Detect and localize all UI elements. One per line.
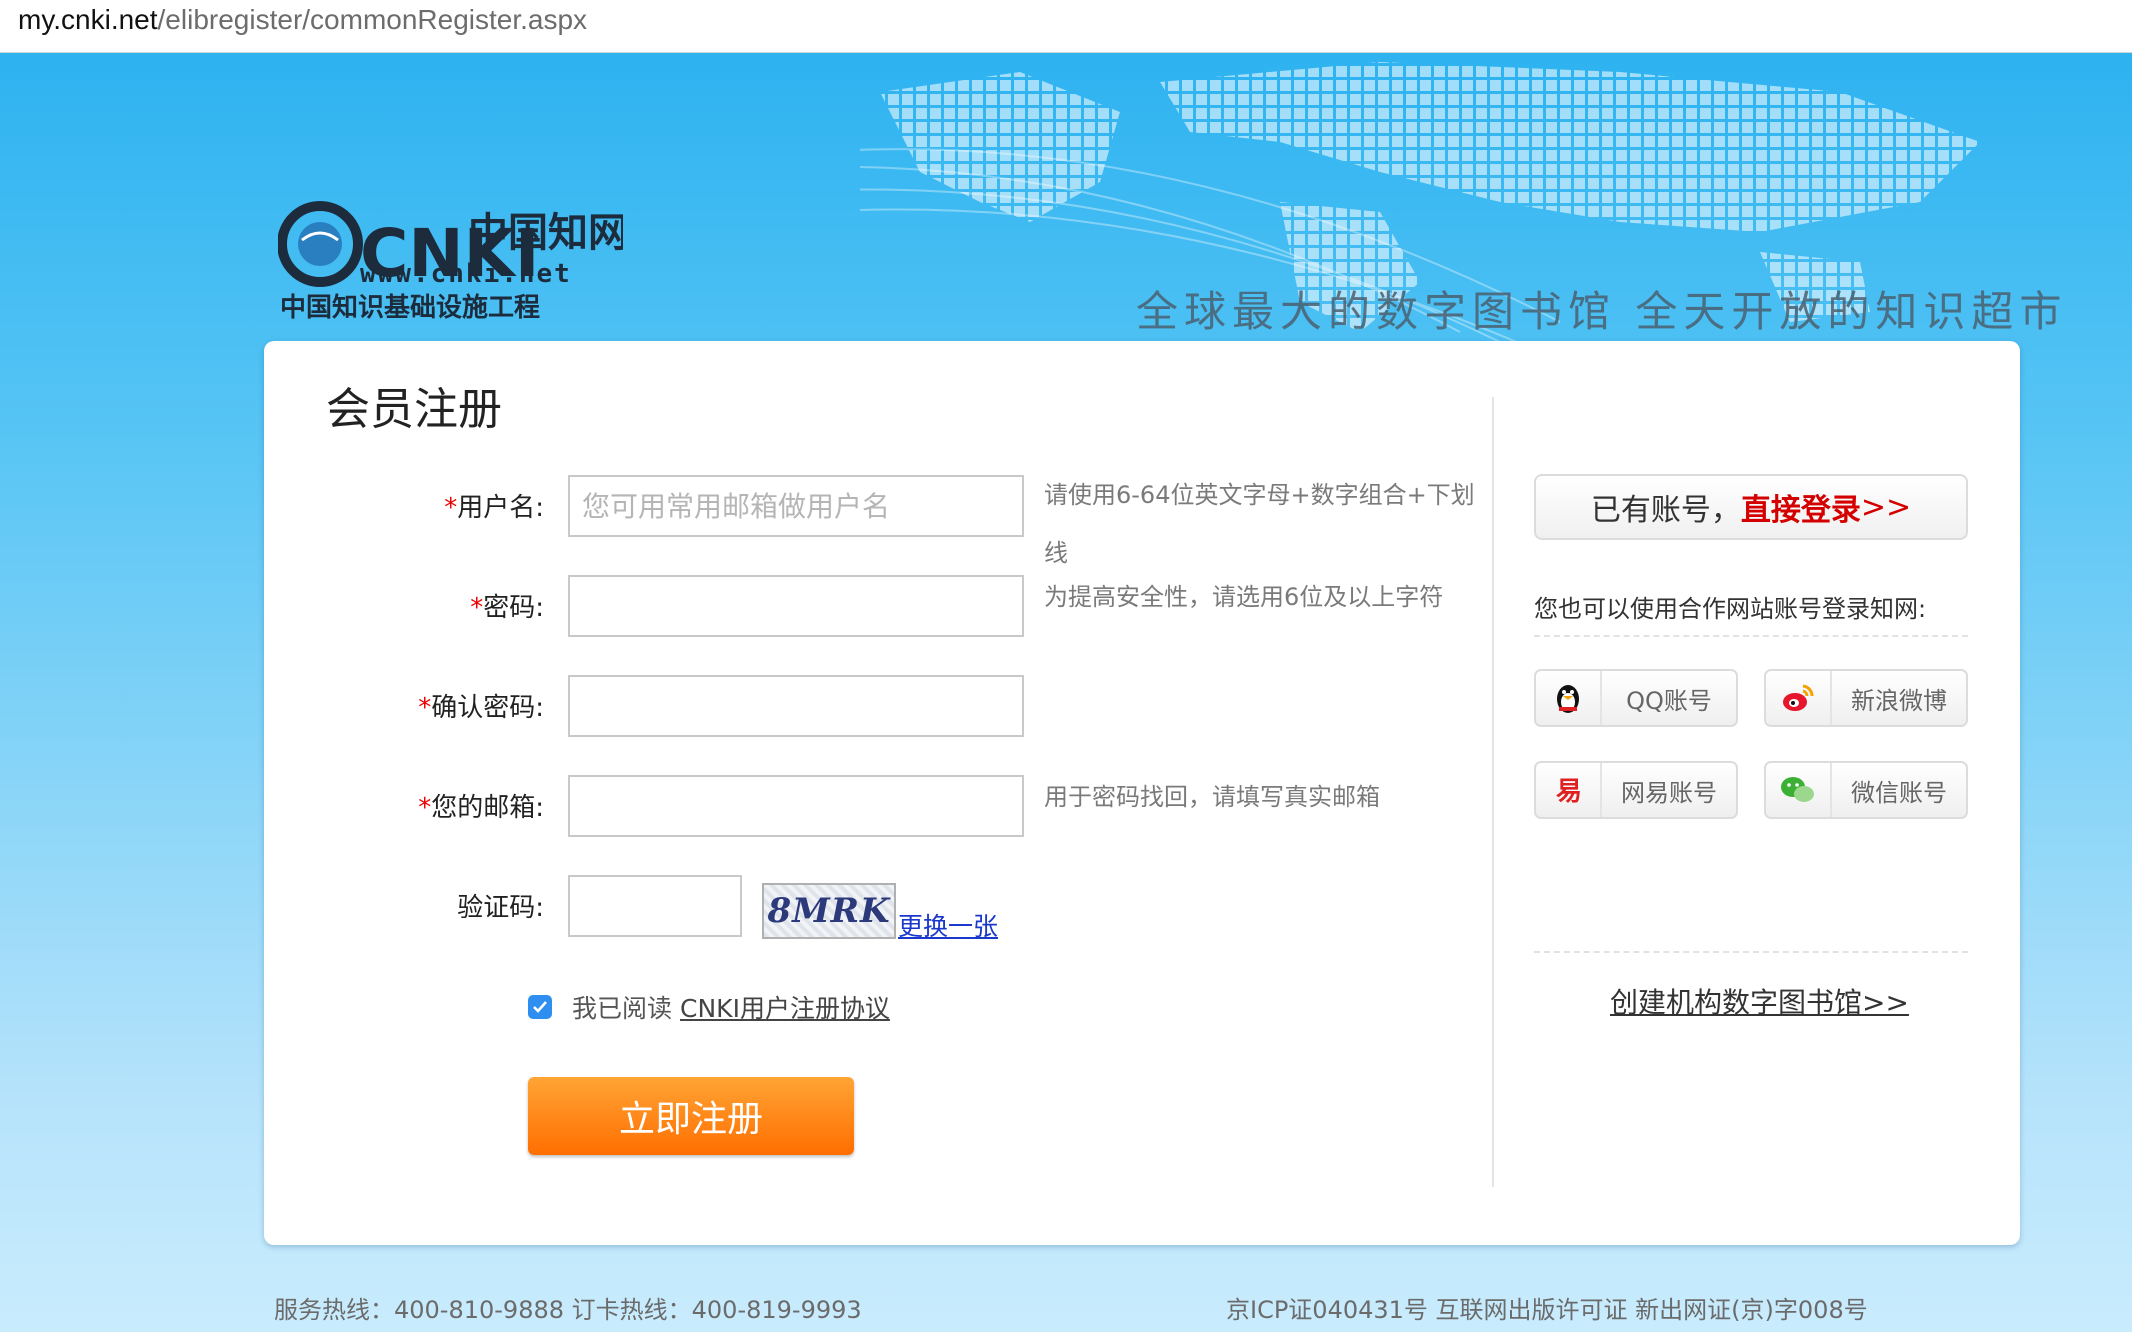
- username-input[interactable]: [568, 475, 1024, 537]
- cnki-logo[interactable]: CNKI 中国知网 www.cnki.net 中国知识基础设施工程: [278, 196, 623, 326]
- create-library-link[interactable]: 创建机构数字图书馆>>: [1610, 981, 1909, 1021]
- dashed-divider: [1534, 951, 1968, 953]
- qq-login-label: QQ账号: [1626, 686, 1712, 715]
- email-hint: 用于密码找回，请填写真实邮箱: [1044, 783, 1380, 811]
- qq-penguin-icon: [1536, 671, 1602, 725]
- captcha-image[interactable]: 8MRK: [762, 883, 896, 939]
- email-label: *您的邮箱:: [264, 787, 544, 824]
- wechat-login-label: 微信账号: [1851, 778, 1947, 807]
- partner-login-text: 您也可以使用合作网站账号登录知网:: [1534, 595, 1927, 623]
- check-icon: [533, 1001, 547, 1013]
- username-label: *用户名:: [264, 487, 544, 524]
- email-input[interactable]: [568, 775, 1024, 837]
- browser-address-bar[interactable]: my.cnki.net/elibregister/commonRegister.…: [0, 0, 2132, 53]
- url-path: /elibregister/commonRegister.aspx: [157, 4, 588, 35]
- netease-login-button[interactable]: 易 网易账号: [1534, 761, 1738, 819]
- logo-domain-text: www.cnki.net: [360, 259, 572, 289]
- banner-slogan: 全球最大的数字图书馆 全天开放的知识超市: [1136, 287, 2068, 336]
- agreement-row: 我已阅读 CNKI用户注册协议: [528, 989, 890, 1025]
- dashed-divider: [1534, 635, 1968, 637]
- logo-cn-text: 中国知网: [468, 209, 623, 256]
- weibo-icon: [1766, 671, 1832, 725]
- refresh-captcha-link[interactable]: 更换一张: [898, 907, 998, 943]
- email-label-text: 您的邮箱:: [431, 793, 544, 823]
- svg-text:易: 易: [1556, 777, 1582, 805]
- password-label: *密码:: [264, 587, 544, 624]
- username-label-text: 用户名:: [457, 493, 544, 523]
- login-prefix: 已有账号，: [1590, 493, 1741, 528]
- required-mark: *: [470, 593, 484, 623]
- username-hint: 请使用6-64位英文字母+数字组合+下划: [1044, 481, 1475, 509]
- captcha-input[interactable]: [568, 875, 742, 937]
- captcha-code: 8MRK: [767, 891, 891, 931]
- confirm-password-label: *确认密码:: [264, 687, 544, 724]
- agreement-prefix: 我已阅读: [572, 994, 673, 1023]
- direct-login-button[interactable]: 已有账号， 直接登录 >>: [1534, 474, 1968, 540]
- required-mark: *: [418, 693, 432, 723]
- password-label-text: 密码:: [483, 593, 544, 623]
- password-input[interactable]: [568, 575, 1024, 637]
- required-mark: *: [418, 793, 432, 823]
- netease-icon: 易: [1536, 763, 1602, 817]
- login-arrow: >>: [1860, 489, 1912, 525]
- wechat-login-button[interactable]: 微信账号: [1764, 761, 1968, 819]
- captcha-label: 验证码:: [457, 893, 544, 923]
- qq-login-button[interactable]: QQ账号: [1534, 669, 1738, 727]
- password-hint: 为提高安全性，请选用6位及以上字符: [1044, 583, 1444, 611]
- url-text[interactable]: my.cnki.net/elibregister/commonRegister.…: [18, 4, 587, 36]
- required-mark: *: [444, 493, 458, 523]
- login-link-text: 直接登录: [1740, 493, 1861, 528]
- footer-license: 京ICP证040431号 互联网出版许可证 新出网证(京)字008号: [1226, 1296, 1868, 1324]
- netease-login-label: 网易账号: [1621, 778, 1717, 807]
- agreement-checkbox[interactable]: [528, 995, 552, 1019]
- footer-hotline: 服务热线：400-810-9888 订卡热线：400-819-9993: [274, 1296, 862, 1324]
- confirm-password-input[interactable]: [568, 675, 1024, 737]
- confirm-password-label-text: 确认密码:: [431, 693, 544, 723]
- agreement-link[interactable]: CNKI用户注册协议: [680, 989, 890, 1025]
- url-host: my.cnki.net: [18, 4, 158, 35]
- wechat-icon: [1766, 763, 1832, 817]
- weibo-login-label: 新浪微博: [1851, 686, 1947, 715]
- logo-subtitle-text: 中国知识基础设施工程: [280, 292, 540, 323]
- weibo-login-button[interactable]: 新浪微博: [1764, 669, 1968, 727]
- column-divider: [1492, 397, 1494, 1187]
- register-card: 会员注册 *用户名: 请使用6-64位英文字母+数字组合+下划 线 *密码: 为…: [264, 341, 2020, 1245]
- register-button[interactable]: 立即注册: [528, 1077, 854, 1155]
- page-title: 会员注册: [326, 384, 502, 435]
